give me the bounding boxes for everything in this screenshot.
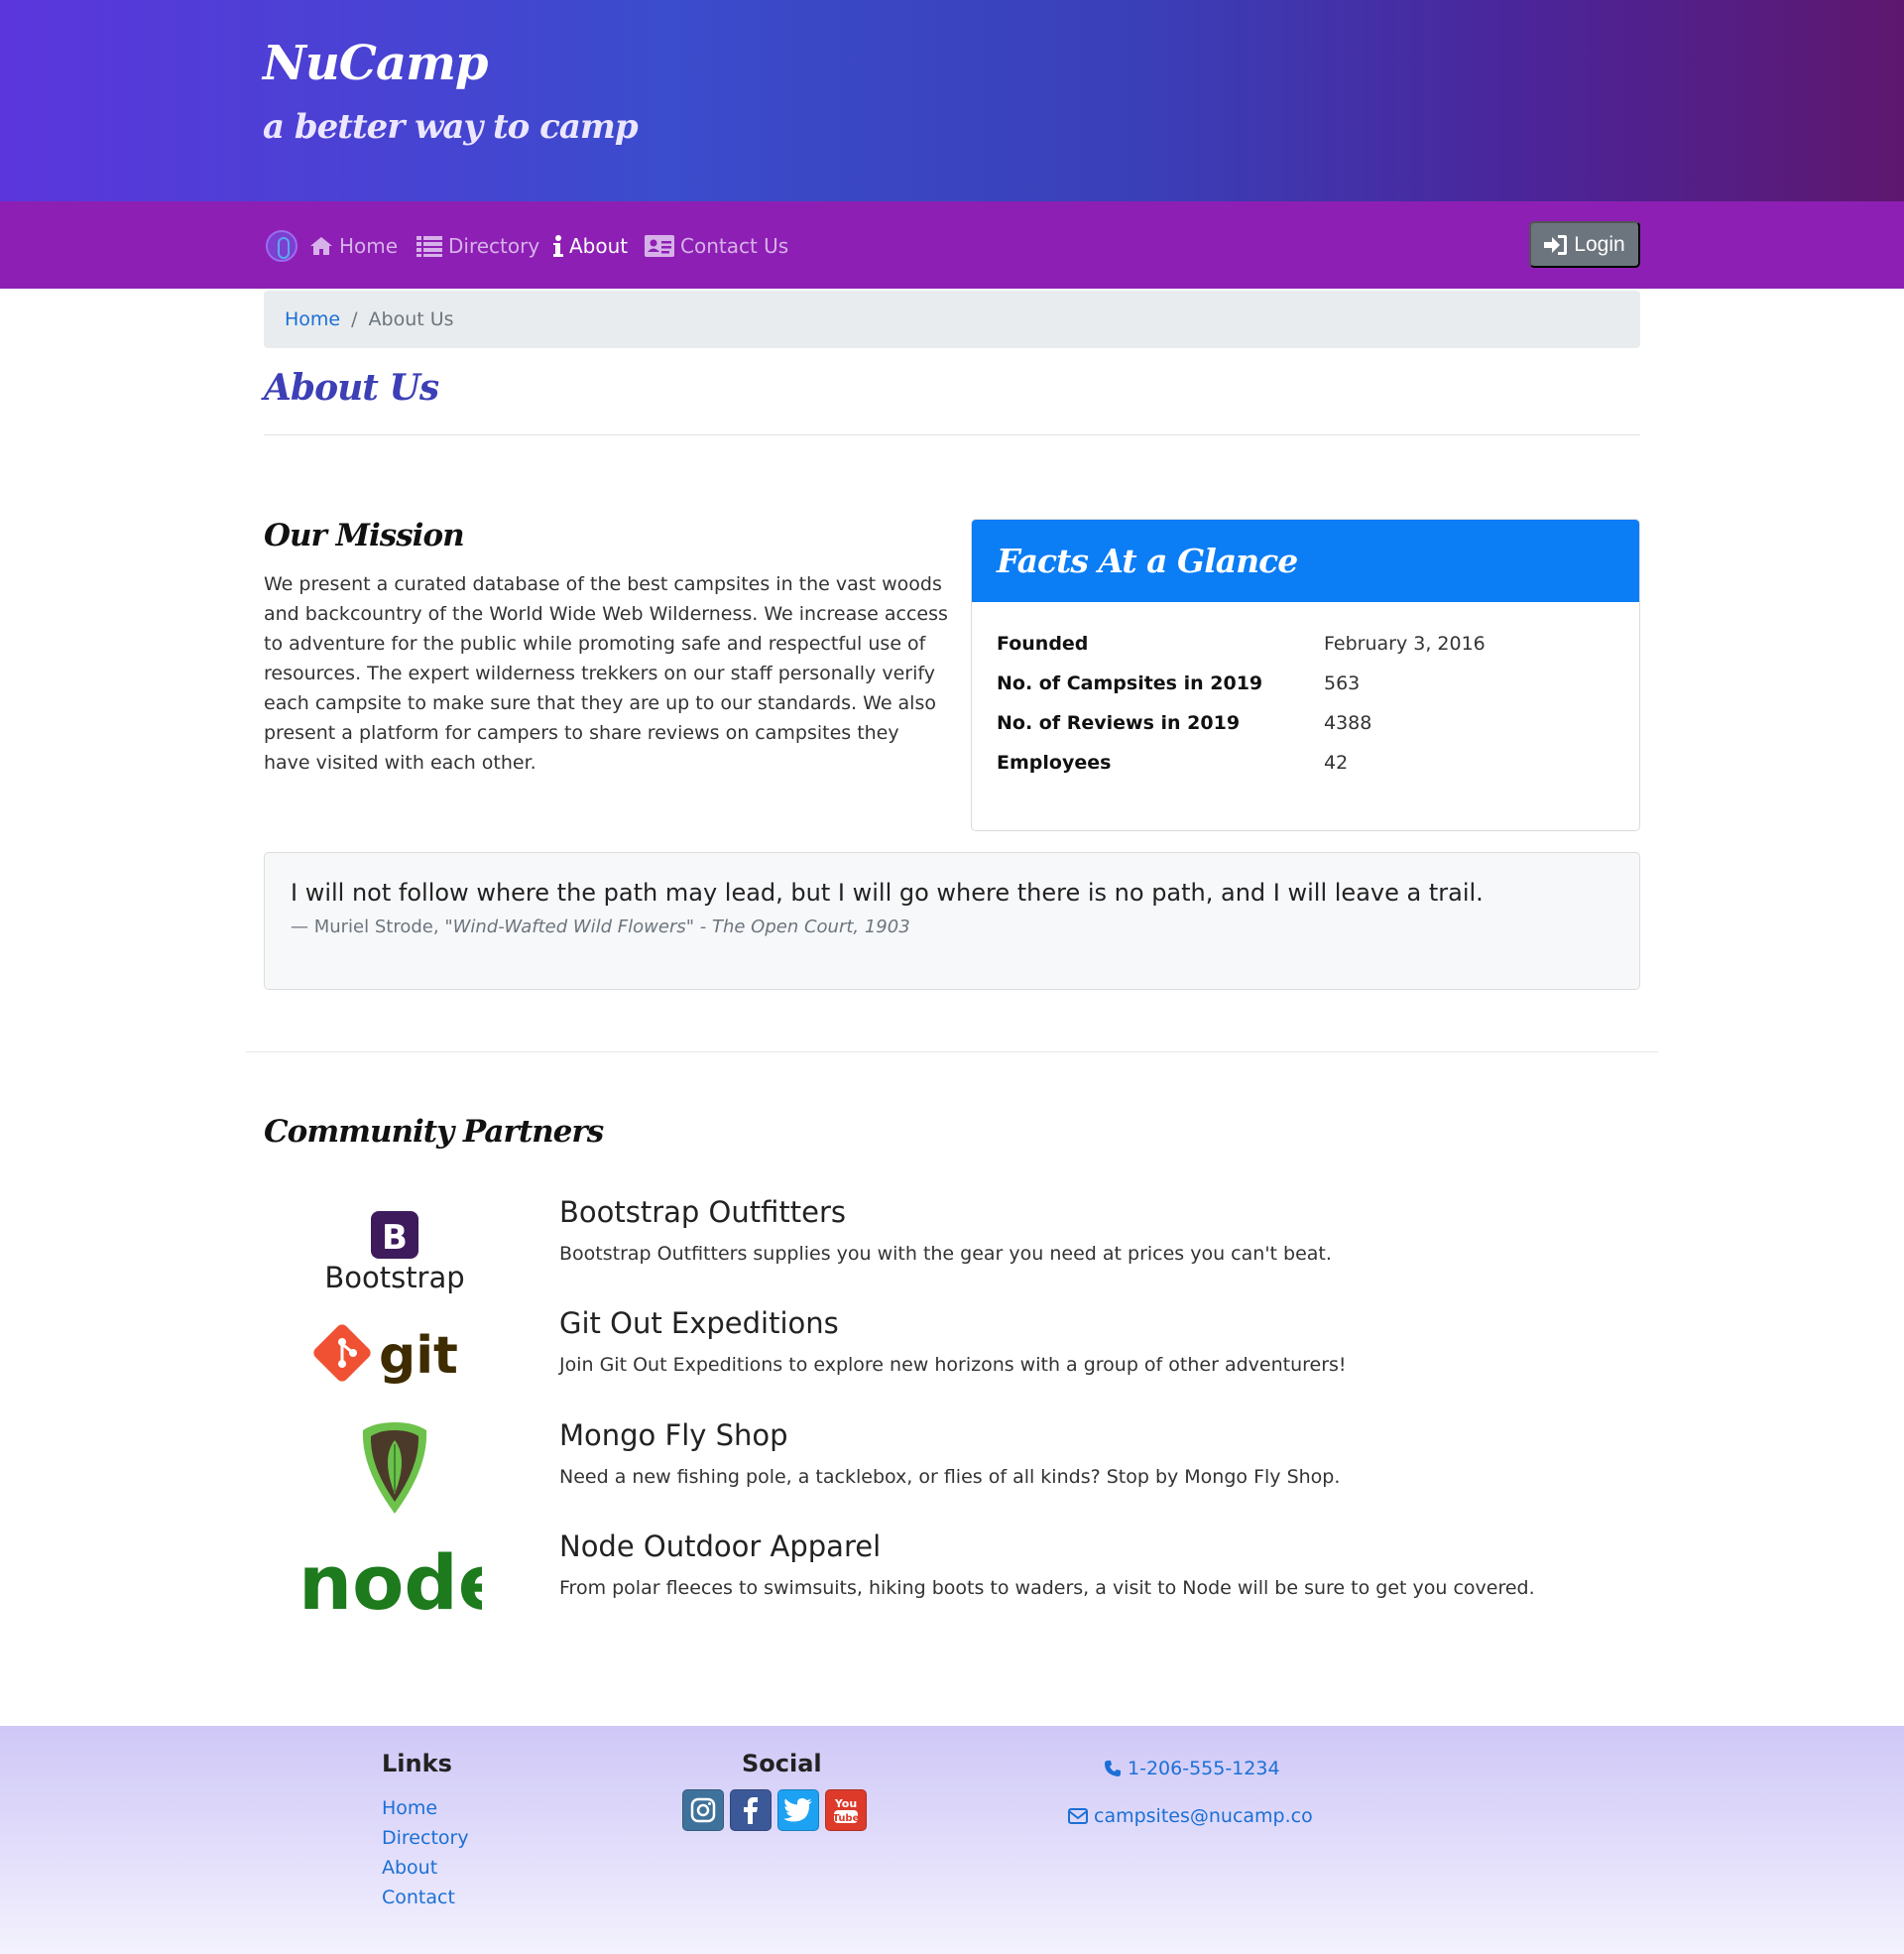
partner-desc: Bootstrap Outfitters supplies you with t… (559, 1243, 1332, 1265)
svg-text:Tube: Tube (833, 1813, 860, 1824)
git-logo-icon: git (303, 1306, 482, 1405)
breadcrumb-current: About Us (368, 308, 454, 330)
facebook-icon[interactable] (730, 1789, 772, 1831)
social-buttons: You Tube (682, 1789, 867, 1831)
node-logo-text: node (303, 1538, 482, 1627)
partner-desc: Need a new fishing pole, a tacklebox, or… (559, 1466, 1341, 1488)
partner-item: node Node Outdoor Apparel From polar fle… (264, 1529, 1640, 1639)
list-icon (416, 235, 442, 257)
youtube-icon[interactable]: You Tube (825, 1789, 867, 1831)
mission-text: We present a curated database of the bes… (264, 573, 948, 774)
svg-text:You: You (834, 1797, 857, 1810)
quote-card: I will not follow where the path may lea… (264, 852, 1640, 990)
quote-footer: — Muriel Strode, "Wind-Wafted Wild Flowe… (291, 916, 1613, 937)
fact-value: 4388 (1324, 712, 1372, 734)
footer-links: Home Directory About Contact (382, 1793, 469, 1912)
partner-name: Bootstrap Outfitters (559, 1195, 847, 1229)
nav-contact-label: Contact Us (680, 234, 789, 258)
bootstrap-logo-icon: B Bootstrap (303, 1195, 482, 1294)
footer-link-about[interactable]: About (382, 1853, 469, 1883)
page-title: About Us (264, 367, 439, 409)
navbar: Home Directory About Contact Us Login (0, 201, 1904, 289)
footer-link-directory[interactable]: Directory (382, 1823, 469, 1853)
nav-directory[interactable]: Directory (416, 232, 539, 260)
breadcrumb: Home / About Us (264, 291, 1640, 348)
footer-phone[interactable]: 1-206-555-1234 (1104, 1758, 1280, 1779)
quote-text: I will not follow where the path may lea… (291, 879, 1484, 907)
fact-row: No. of Campsites in 2019 563 (997, 664, 1614, 703)
divider (264, 434, 1640, 435)
info-icon (553, 235, 563, 257)
home-icon (309, 236, 333, 256)
node-logo-icon: node (298, 1529, 509, 1629)
fact-row: No. of Reviews in 2019 4388 (997, 703, 1614, 743)
nav-about-label: About (569, 234, 629, 258)
envelope-icon (1068, 1808, 1088, 1824)
facts-list: Founded February 3, 2016 No. of Campsite… (972, 602, 1639, 804)
nav-contact[interactable]: Contact Us (645, 232, 788, 260)
partner-item: B Bootstrap Bootstrap Outfitters Bootstr… (264, 1195, 1640, 1304)
partner-name: Git Out Expeditions (559, 1306, 839, 1340)
partner-desc: Join Git Out Expeditions to explore new … (559, 1354, 1347, 1376)
fact-value: 42 (1324, 752, 1349, 774)
quote-cite: "Wind-Wafted Wild Flowers" - The Open Co… (444, 916, 910, 937)
phone-icon (1104, 1760, 1122, 1777)
site-title: NuCamp (263, 36, 488, 91)
breadcrumb-separator: / (351, 308, 358, 330)
footer-link-home[interactable]: Home (382, 1793, 469, 1823)
footer-link-contact[interactable]: Contact (382, 1883, 469, 1912)
partner-item: git Git Out Expeditions Join Git Out Exp… (264, 1306, 1640, 1415)
fact-term: No. of Reviews in 2019 (997, 712, 1241, 734)
header-jumbotron: NuCamp a better way to camp (0, 0, 1904, 201)
nucamp-logo-icon[interactable] (266, 230, 298, 262)
partner-name: Node Outdoor Apparel (559, 1529, 882, 1563)
site-footer: Links Home Directory About Contact Socia… (0, 1726, 1904, 1954)
footer-social-title: Social (742, 1750, 822, 1777)
login-label: Login (1574, 232, 1625, 256)
facts-card: Facts At a Glance Founded February 3, 20… (971, 519, 1640, 831)
fact-value: 563 (1324, 672, 1361, 694)
site-subtitle: a better way to camp (263, 107, 639, 147)
nav-directory-label: Directory (448, 234, 540, 258)
partner-item: Mongo Fly Shop Need a new fishing pole, … (264, 1418, 1640, 1527)
address-card-icon (645, 235, 674, 257)
sign-in-icon (1544, 234, 1568, 256)
nav-home[interactable]: Home (309, 232, 398, 260)
facts-title: Facts At a Glance (972, 520, 1639, 602)
svg-text:B: B (382, 1218, 408, 1258)
twitter-icon[interactable] (777, 1789, 819, 1831)
footer-links-title: Links (382, 1750, 452, 1777)
breadcrumb-home[interactable]: Home (285, 308, 340, 330)
fact-value: February 3, 2016 (1324, 633, 1486, 655)
partner-desc: From polar fleeces to swimsuits, hiking … (559, 1577, 1535, 1599)
bootstrap-logo-text: Bootstrap (324, 1261, 464, 1294)
login-button[interactable]: Login (1529, 221, 1640, 268)
partners-title: Community Partners (264, 1114, 604, 1150)
fact-term: Founded (997, 633, 1089, 655)
phone-number: 1-206-555-1234 (1128, 1758, 1280, 1779)
email-address: campsites@nucamp.co (1094, 1805, 1313, 1827)
mission-title: Our Mission (264, 518, 465, 553)
mongo-leaf-logo-icon (303, 1418, 482, 1518)
partner-name: Mongo Fly Shop (559, 1418, 788, 1452)
fact-term: Employees (997, 752, 1112, 774)
divider (246, 1051, 1658, 1052)
git-logo-text: git (379, 1326, 458, 1386)
instagram-icon[interactable] (682, 1789, 724, 1831)
fact-row: Founded February 3, 2016 (997, 624, 1614, 664)
quote-author: — Muriel Strode, (291, 916, 445, 937)
footer-email[interactable]: campsites@nucamp.co (1068, 1805, 1313, 1827)
fact-row: Employees 42 (997, 743, 1614, 783)
nav-about[interactable]: About (553, 232, 628, 260)
nav-home-label: Home (339, 234, 399, 258)
fact-term: No. of Campsites in 2019 (997, 672, 1263, 694)
